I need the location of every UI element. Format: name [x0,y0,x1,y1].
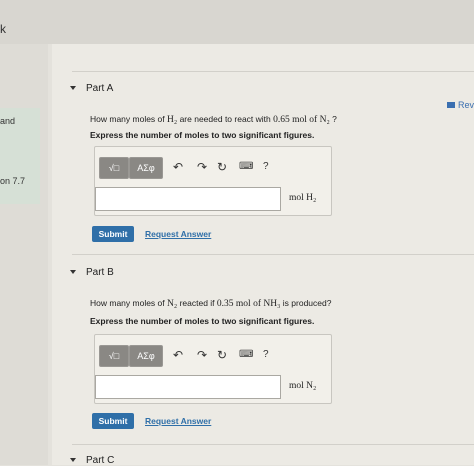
part-b-answer-box: √□ ΑΣφ ↶ ↷ ↻ ⌨ ? mol N₂ [94,334,332,404]
divider [72,71,474,72]
part-b-submit-button[interactable]: Submit [92,413,134,429]
part-a-instruction: Express the number of moles to two signi… [90,130,315,140]
divider [72,444,474,445]
symbols-label: ΑΣφ [137,351,155,361]
help-icon[interactable]: ? [263,161,269,172]
top-bar [0,0,474,44]
part-a-answer-box: √□ ΑΣφ ↶ ↷ ↻ ⌨ ? mol H₂ [94,146,332,216]
part-b-request-answer-link[interactable]: Request Answer [145,416,211,426]
templates-button[interactable]: √□ [99,157,129,179]
review-link[interactable]: Rev [446,100,474,110]
redo-icon[interactable]: ↷ [197,348,207,362]
left-fragment-on: on 7.7 [0,176,26,186]
templates-button[interactable]: √□ [99,345,129,367]
part-b-header[interactable]: Part B [70,267,114,278]
reset-icon[interactable]: ↻ [217,160,227,174]
symbols-label: ΑΣφ [137,163,155,173]
part-a-submit-button[interactable]: Submit [92,226,134,242]
keyboard-icon[interactable]: ⌨ [239,161,253,172]
part-b-question: How many moles of N₂ reacted if 0.35 mol… [90,298,332,309]
reset-icon[interactable]: ↻ [217,348,227,362]
left-fragment-and: and [0,116,16,126]
part-b-unit: mol N₂ [289,381,317,391]
part-a-request-answer-link[interactable]: Request Answer [145,229,211,239]
help-icon[interactable]: ? [263,349,269,360]
part-a-unit: mol H₂ [289,193,317,203]
templates-icon: √□ [108,163,120,173]
undo-icon[interactable]: ↶ [173,348,183,362]
divider [72,254,474,255]
part-b-answer-input[interactable] [95,375,281,399]
symbols-button[interactable]: ΑΣφ [129,157,163,179]
part-b-title: Part B [86,267,114,278]
main-content: Rev Part A How many moles of H₂ are need… [52,44,474,466]
keyboard-icon[interactable]: ⌨ [239,349,253,360]
review-icon [446,102,455,108]
collapse-caret-icon [70,270,76,275]
redo-icon[interactable]: ↷ [197,160,207,174]
part-b-instruction: Express the number of moles to two signi… [90,316,315,326]
left-fragment-top: k [0,22,6,36]
part-a-answer-input[interactable] [95,187,281,211]
part-c-header[interactable]: Part C [70,455,114,466]
templates-icon: √□ [108,351,120,361]
undo-icon[interactable]: ↶ [173,160,183,174]
part-a-header[interactable]: Part A [70,83,113,94]
part-c-title: Part C [86,455,115,466]
part-a-question: How many moles of H₂ are needed to react… [90,114,337,125]
symbols-button[interactable]: ΑΣφ [129,345,163,367]
collapse-caret-icon [70,86,76,91]
part-a-title: Part A [86,83,114,94]
collapse-caret-icon [70,458,76,463]
